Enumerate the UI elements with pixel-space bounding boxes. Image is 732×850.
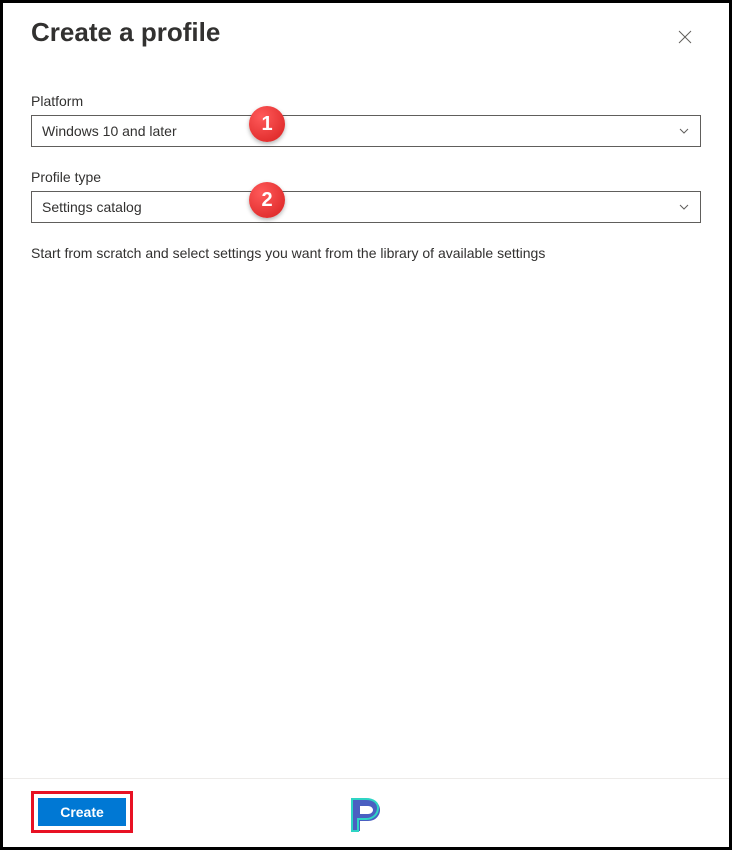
profile-type-label: Profile type — [31, 169, 701, 185]
close-button[interactable] — [669, 21, 701, 53]
chevron-down-icon — [678, 201, 690, 213]
brand-logo — [344, 793, 388, 837]
platform-value: Windows 10 and later — [42, 123, 177, 139]
create-button[interactable]: Create — [38, 798, 126, 826]
annotation-badge-2: 2 — [249, 182, 285, 218]
page-title: Create a profile — [31, 17, 220, 48]
description-text: Start from scratch and select settings y… — [31, 245, 701, 261]
close-icon — [678, 30, 692, 44]
platform-label: Platform — [31, 93, 701, 109]
profile-type-value: Settings catalog — [42, 199, 142, 215]
create-button-highlight: Create — [31, 791, 133, 833]
chevron-down-icon — [678, 125, 690, 137]
annotation-badge-1: 1 — [249, 106, 285, 142]
profile-type-dropdown[interactable]: Settings catalog — [31, 191, 701, 223]
platform-dropdown[interactable]: Windows 10 and later — [31, 115, 701, 147]
